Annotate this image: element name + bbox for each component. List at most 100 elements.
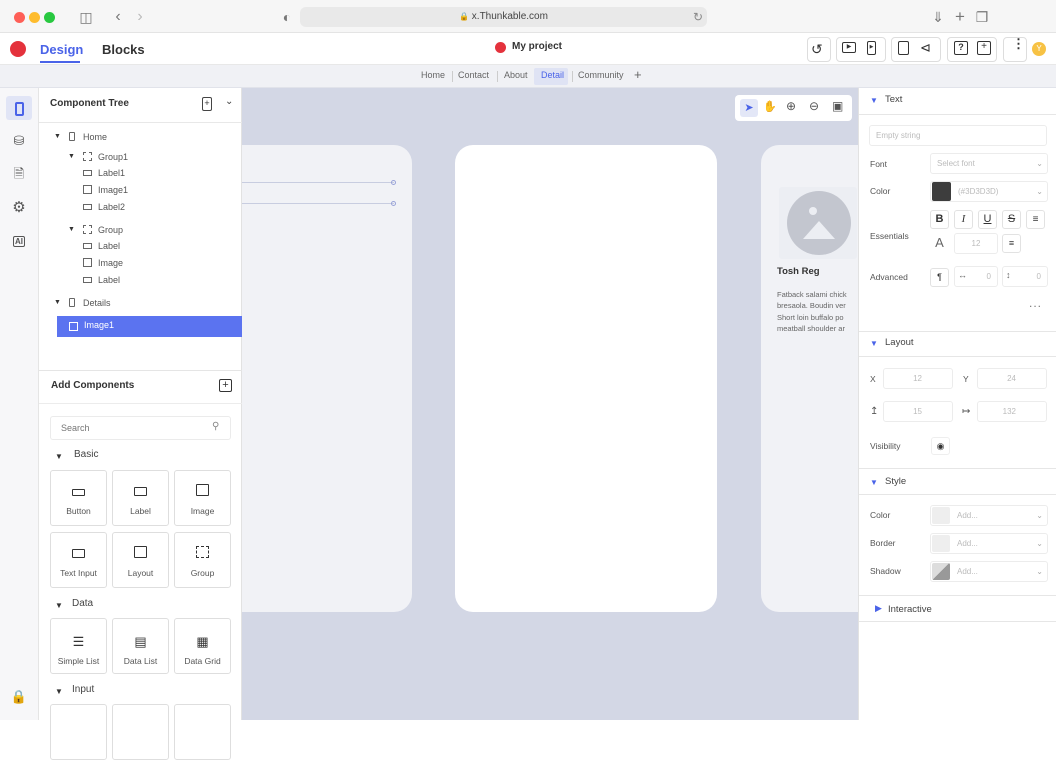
expand-home-icon[interactable]: ▼ xyxy=(54,133,61,140)
text-value-input[interactable]: Empty string xyxy=(869,125,1047,146)
tree-item-home[interactable]: Home xyxy=(69,130,107,144)
screens-icon[interactable] xyxy=(10,99,28,117)
tree-item-label1[interactable]: Label1 xyxy=(83,166,125,180)
minimize-window-button[interactable] xyxy=(29,12,40,23)
maximize-window-button[interactable] xyxy=(44,12,55,23)
section-style-title[interactable]: Style xyxy=(885,476,906,487)
resize-handle[interactable] xyxy=(391,180,396,185)
color-swatch[interactable] xyxy=(932,182,951,201)
page-tab-detail[interactable]: Detail xyxy=(541,70,564,80)
component-image[interactable]: Image xyxy=(174,470,231,526)
more-vertical-icon[interactable]: ⋮ xyxy=(1012,37,1025,50)
section-input[interactable]: Input xyxy=(72,684,94,695)
tree-item-group1[interactable]: Group1 xyxy=(83,150,128,164)
collapse-text-icon[interactable]: ▼ xyxy=(870,96,878,105)
component-simple-list[interactable]: ☰ Simple List xyxy=(50,618,107,674)
sidebar-toggle-icon[interactable]: ◫ xyxy=(78,9,94,25)
web-preview-icon[interactable]: ▶ xyxy=(842,42,856,53)
lock-icon[interactable]: 🔒 xyxy=(10,688,28,706)
section-interactive-title[interactable]: Interactive xyxy=(888,604,932,615)
search-input[interactable] xyxy=(50,416,231,440)
page-tab-home[interactable]: Home xyxy=(421,70,445,80)
shield-icon[interactable]: ◐ xyxy=(279,9,295,25)
component-card[interactable] xyxy=(112,704,169,760)
expand-interactive-icon[interactable]: ▶ xyxy=(875,603,882,614)
tree-item-selected[interactable]: Image1 xyxy=(57,316,242,337)
width-input[interactable]: 132 xyxy=(977,401,1047,422)
section-basic[interactable]: Basic xyxy=(74,449,98,460)
project-title[interactable]: My project xyxy=(512,41,562,52)
tree-item-label[interactable]: Label xyxy=(83,273,120,287)
italic-button[interactable]: I xyxy=(954,210,973,229)
tree-item-group[interactable]: Group xyxy=(83,223,123,237)
history-icon[interactable]: ↺ xyxy=(811,41,823,58)
collapse-layout-icon[interactable]: ▼ xyxy=(870,339,878,348)
underline-button[interactable]: U xyxy=(978,210,997,229)
expand-group-icon[interactable]: ▼ xyxy=(68,226,75,233)
expand-group1-icon[interactable]: ▼ xyxy=(68,153,75,160)
shadow-swatch[interactable] xyxy=(932,563,950,580)
resize-handle[interactable] xyxy=(391,201,396,206)
strikethrough-button[interactable]: S xyxy=(1002,210,1021,229)
visibility-eye-icon[interactable]: ◉ xyxy=(931,437,950,455)
border-swatch[interactable] xyxy=(932,535,950,552)
more-options-icon[interactable]: ... xyxy=(1029,296,1042,310)
component-group[interactable]: Group xyxy=(174,532,231,588)
tree-item-image1[interactable]: Image1 xyxy=(83,183,128,197)
component-label[interactable]: Label xyxy=(112,470,169,526)
tab-design[interactable]: Design xyxy=(40,42,83,57)
tree-item-details[interactable]: Details xyxy=(69,296,111,310)
collapse-data-icon[interactable]: ▼ xyxy=(55,601,63,610)
database-icon[interactable]: ⛁ xyxy=(10,132,28,150)
add-page-button[interactable]: + xyxy=(634,67,642,82)
page-tab-community[interactable]: Community xyxy=(578,70,624,80)
expand-details-icon[interactable]: ▼ xyxy=(54,299,61,306)
tabs-overview-icon[interactable]: ❐ xyxy=(974,9,990,25)
download-app-icon[interactable] xyxy=(898,41,909,55)
back-icon[interactable]: ‹ xyxy=(110,9,126,25)
screen-detail-preview[interactable] xyxy=(455,145,717,612)
settings-icon[interactable]: ⚙ xyxy=(10,199,28,217)
design-canvas[interactable]: Tosh Reg Fatback salami chick bresaola. … xyxy=(242,88,858,720)
fit-screen-icon[interactable]: ▣ xyxy=(832,99,843,113)
select-tool-icon[interactable]: ➤ xyxy=(740,99,758,117)
hand-tool-icon[interactable]: ✋ xyxy=(763,100,777,113)
align-left-button[interactable]: ≡ xyxy=(1026,210,1045,229)
device-preview-icon[interactable]: ▶ xyxy=(867,41,876,55)
x-input[interactable]: 12 xyxy=(883,368,953,389)
feedback-icon[interactable]: + xyxy=(977,41,991,55)
tab-blocks[interactable]: Blocks xyxy=(102,42,145,57)
tree-item-image[interactable]: Image xyxy=(83,256,123,270)
avatar[interactable]: Y xyxy=(1032,42,1046,56)
add-screen-icon[interactable]: + xyxy=(202,97,212,111)
forward-icon[interactable]: › xyxy=(132,9,148,25)
color-swatch[interactable] xyxy=(932,507,950,524)
share-icon[interactable]: ⊲ xyxy=(920,40,931,56)
line-spacing-button[interactable]: ≡ xyxy=(1002,234,1021,253)
reload-icon[interactable]: ↻ xyxy=(693,7,703,27)
new-tab-icon[interactable]: + xyxy=(952,8,968,25)
close-window-button[interactable] xyxy=(14,12,25,23)
component-layout[interactable]: Layout xyxy=(112,532,169,588)
collapse-input-icon[interactable]: ▼ xyxy=(55,687,63,696)
y-input[interactable]: 24 xyxy=(977,368,1047,389)
assets-icon[interactable]: 🗎 xyxy=(10,165,28,183)
bold-button[interactable]: B xyxy=(930,210,949,229)
tree-item-label2[interactable]: Label2 xyxy=(83,200,125,214)
screen-about-preview[interactable]: Tosh Reg Fatback salami chick bresaola. … xyxy=(761,145,858,612)
download-icon[interactable]: ⇓ xyxy=(930,9,946,25)
section-layout-title[interactable]: Layout xyxy=(885,337,914,348)
add-component-icon[interactable]: + xyxy=(219,379,232,392)
help-icon[interactable]: ? xyxy=(954,41,968,55)
section-text-title[interactable]: Text xyxy=(885,94,902,105)
ai-icon[interactable]: AI xyxy=(10,233,28,251)
font-size-input[interactable]: 12 xyxy=(954,233,998,254)
address-bar[interactable]: 🔒 x.Thunkable.com ↻ xyxy=(300,7,707,27)
collapse-style-icon[interactable]: ▼ xyxy=(870,478,878,487)
section-data[interactable]: Data xyxy=(72,598,93,609)
component-data-list[interactable]: ▤ Data List xyxy=(112,618,169,674)
chevron-down-icon[interactable]: ⌄ xyxy=(225,96,233,107)
page-tab-contact[interactable]: Contact xyxy=(458,70,489,80)
component-card[interactable] xyxy=(50,704,107,760)
height-input[interactable]: 15 xyxy=(883,401,953,422)
